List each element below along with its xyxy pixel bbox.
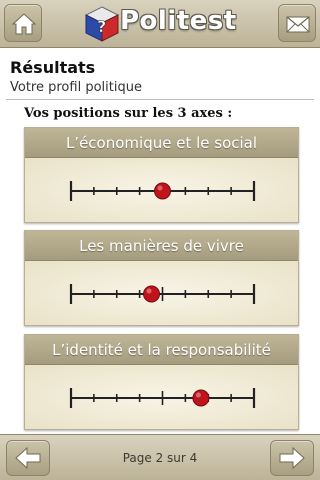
home-button[interactable] bbox=[4, 4, 42, 42]
mail-icon bbox=[286, 16, 310, 33]
page-title: Résultats bbox=[10, 58, 96, 77]
axis-title: L’économique et le social bbox=[25, 128, 298, 158]
position-marker bbox=[192, 389, 210, 407]
bottom-bar: Page 2 sur 4 bbox=[0, 434, 320, 480]
axis-scale-area bbox=[25, 158, 298, 222]
position-marker-highlight bbox=[146, 288, 152, 294]
position-marker bbox=[143, 285, 161, 303]
svg-text:?: ? bbox=[97, 17, 106, 36]
position-marker-highlight bbox=[195, 392, 201, 398]
axis-scale bbox=[69, 284, 256, 304]
axis-card-lifestyle: Les manières de vivre bbox=[24, 230, 299, 326]
home-icon bbox=[11, 13, 37, 35]
axis-scale bbox=[69, 388, 256, 408]
app-title: Politest bbox=[120, 6, 237, 36]
page-subtitle: Votre profil politique bbox=[10, 80, 142, 95]
axis-title: L’identité et la responsabilité bbox=[25, 335, 298, 365]
next-page-button[interactable] bbox=[270, 440, 314, 476]
axis-scale bbox=[69, 181, 256, 201]
axis-card-identity-responsibility: L’identité et la responsabilité bbox=[24, 334, 299, 430]
position-marker-highlight bbox=[157, 185, 163, 191]
top-bar: ? Politest bbox=[0, 0, 320, 48]
mail-button[interactable] bbox=[278, 4, 316, 42]
position-marker bbox=[154, 182, 171, 200]
axis-scale-area bbox=[25, 365, 298, 429]
axis-scale-area bbox=[25, 261, 298, 325]
header-divider bbox=[6, 99, 314, 100]
axis-card-economic-social: L’économique et le social bbox=[24, 127, 299, 223]
axes-heading: Vos positions sur les 3 axes : bbox=[24, 106, 233, 121]
axis-title: Les manières de vivre bbox=[25, 231, 298, 261]
arrow-right-icon bbox=[279, 446, 305, 470]
